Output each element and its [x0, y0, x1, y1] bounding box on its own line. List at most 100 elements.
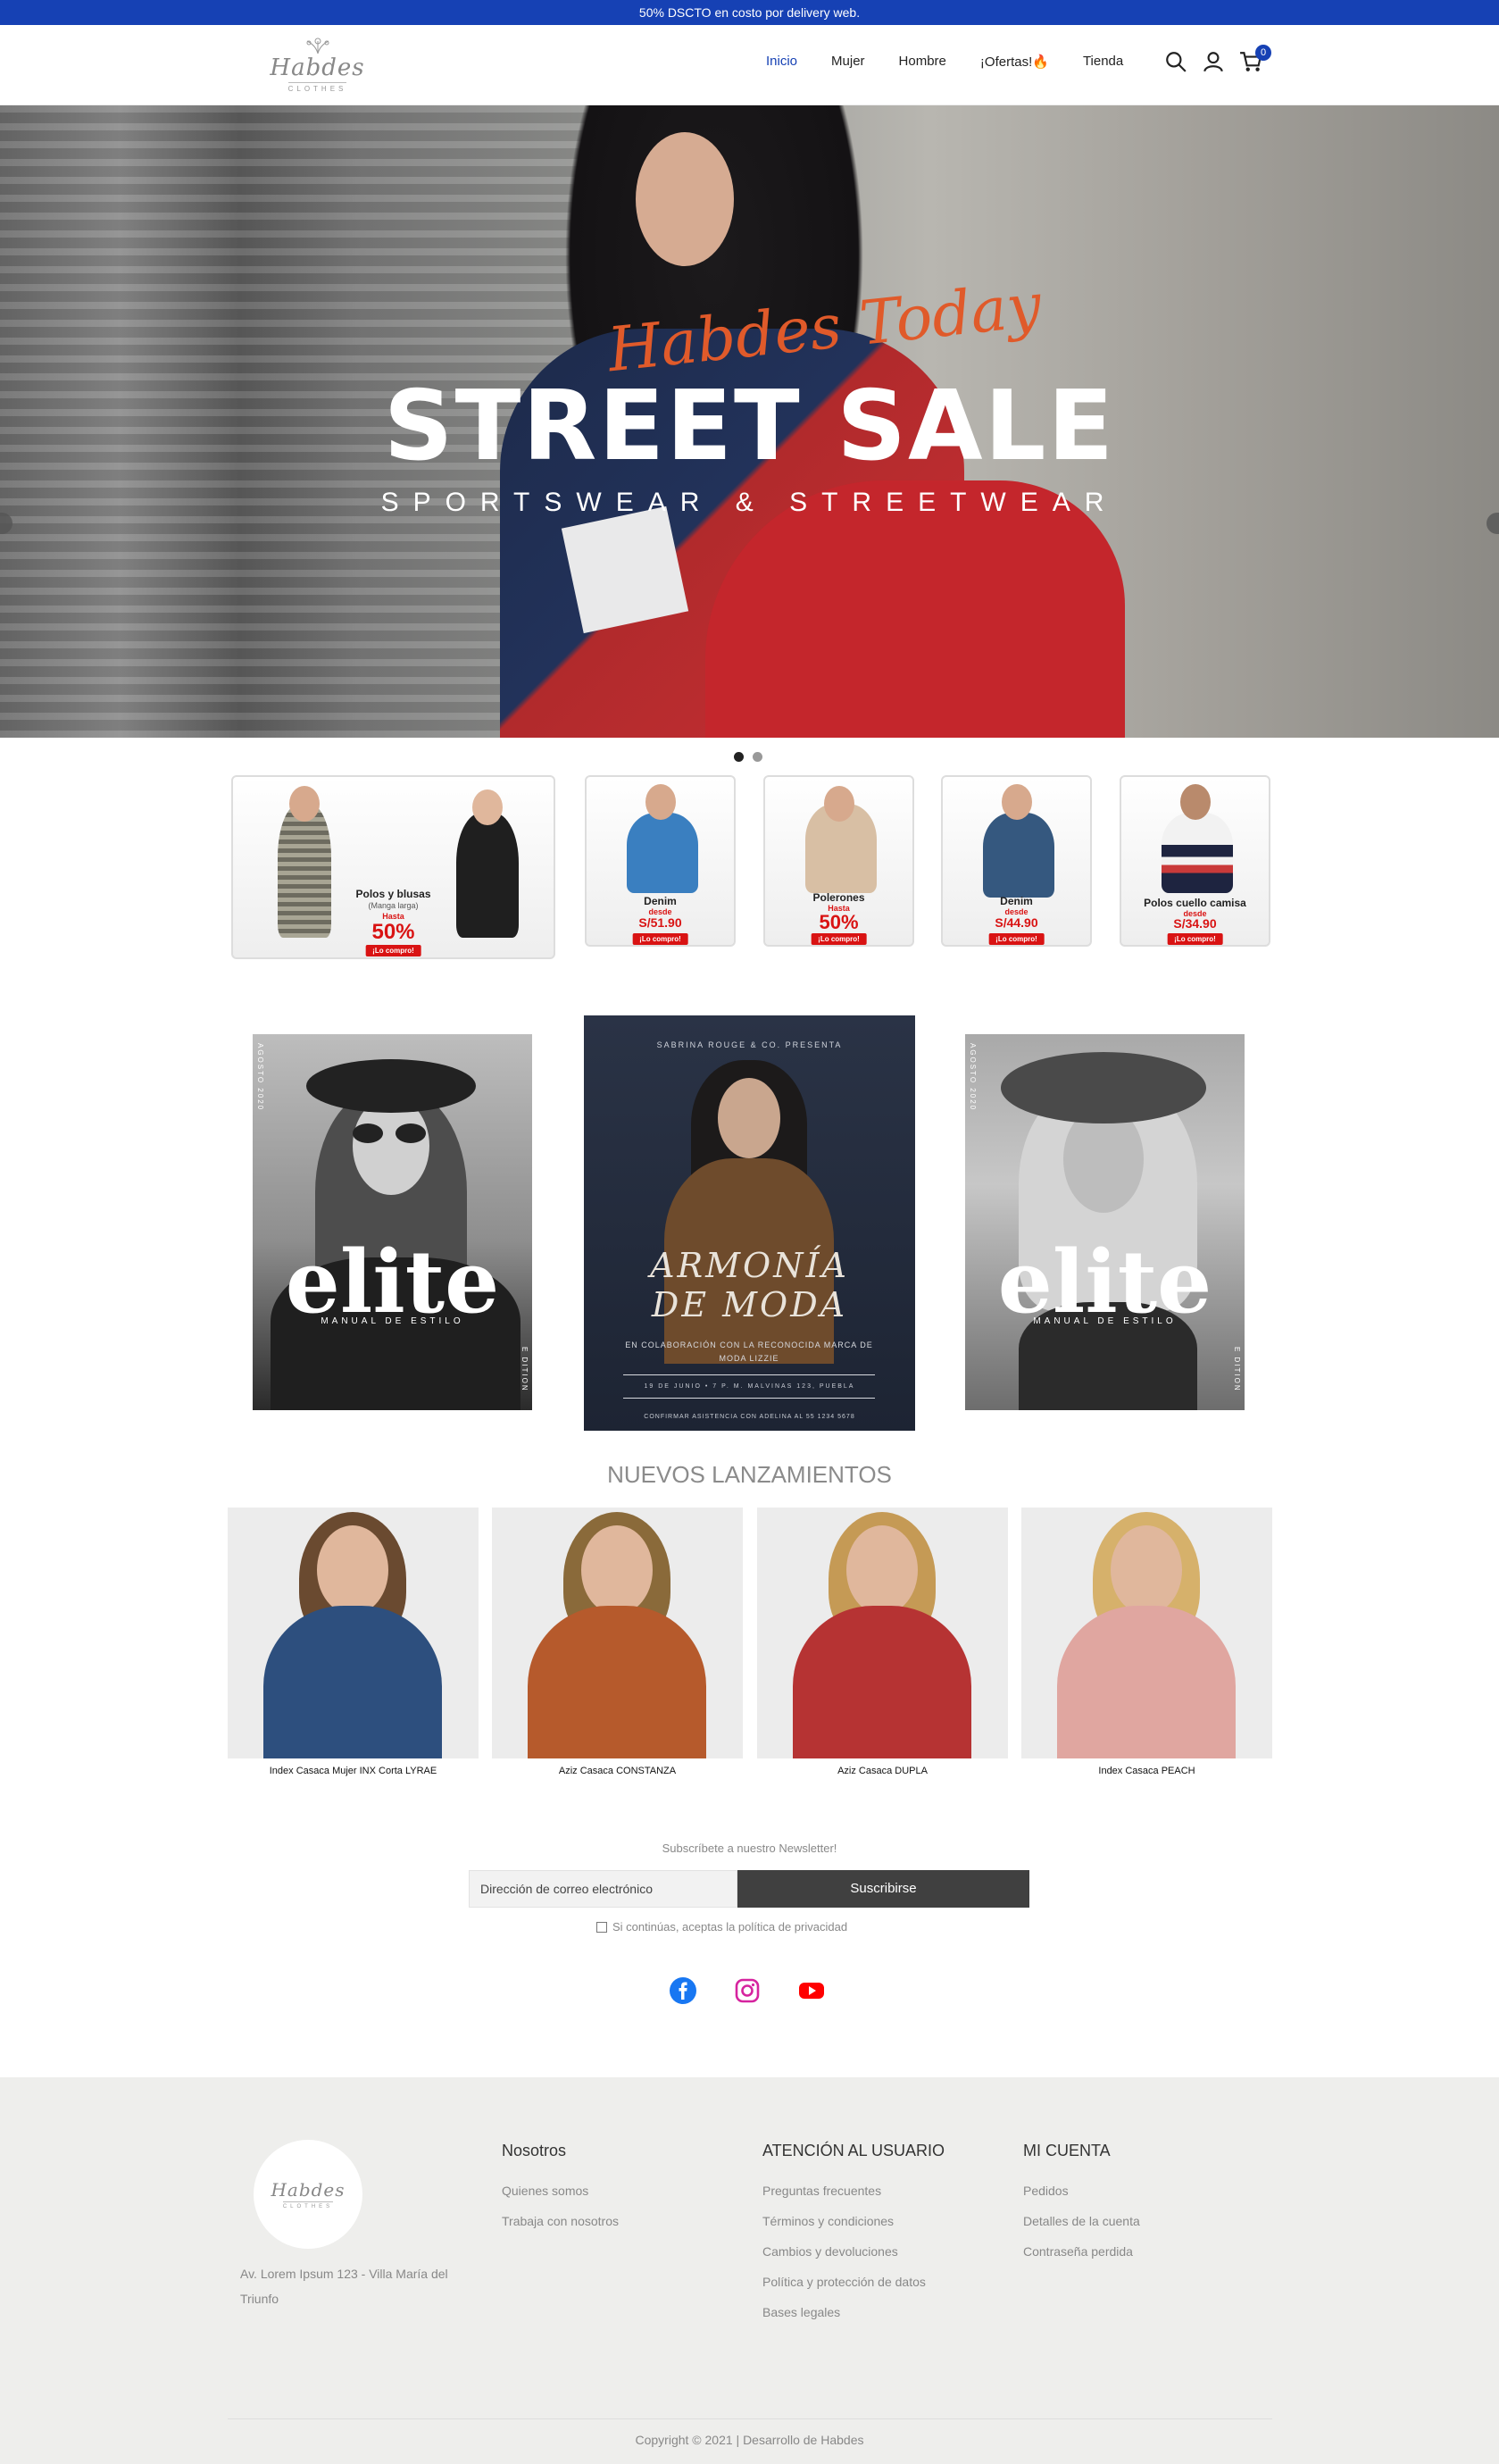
- privacy-label: Si continúas, aceptas la política de pri…: [612, 1920, 848, 1934]
- newsletter-email-input[interactable]: Dirección de correo electrónico: [469, 1870, 737, 1908]
- instagram-icon[interactable]: [733, 1976, 762, 2005]
- hero-model-face: [636, 132, 734, 266]
- footer-link[interactable]: Política y protección de datos: [762, 2275, 945, 2289]
- footer-logo-text: Habdes: [271, 2178, 346, 2201]
- product-card[interactable]: Aziz Casaca DUPLA: [757, 1508, 1008, 1776]
- footer-col-title: ATENCIÓN AL USUARIO: [762, 2142, 945, 2159]
- search-icon[interactable]: [1164, 50, 1189, 75]
- editorial-posters: AGOSTO 2020 elite MANUAL DE ESTILO E DIT…: [0, 1009, 1499, 1438]
- category-title: Denim: [1000, 895, 1033, 907]
- product-card[interactable]: Aziz Casaca CONSTANZA: [492, 1508, 743, 1776]
- category-title: Polerones: [812, 891, 865, 904]
- footer-link[interactable]: Trabaja con nosotros: [502, 2214, 619, 2228]
- promo-topbar: 50% DSCTO en costo por delivery web.: [0, 0, 1499, 25]
- product-name[interactable]: Aziz Casaca DUPLA: [757, 1766, 1008, 1776]
- newsletter-title: Subscríbete a nuestro Newsletter!: [662, 1842, 837, 1855]
- poster-side-top: AGOSTO 2020: [969, 1043, 977, 1112]
- category-title: Polos y blusas: [355, 888, 431, 900]
- flower-icon: [306, 38, 329, 54]
- poster-title-line1: ARMONÍA: [650, 1246, 849, 1285]
- cart-icon[interactable]: 0: [1239, 45, 1271, 75]
- product-name[interactable]: Index Casaca PEACH: [1021, 1766, 1272, 1776]
- footer-link[interactable]: Contraseña perdida: [1023, 2244, 1140, 2259]
- footer-link[interactable]: Quienes somos: [502, 2184, 619, 2198]
- category-price: 50%: [371, 920, 415, 944]
- footer-link[interactable]: Cambios y devoluciones: [762, 2244, 945, 2259]
- poster-small-text: MANUAL DE ESTILO: [1033, 1316, 1177, 1326]
- nav-ofertas[interactable]: ¡Ofertas!🔥: [980, 54, 1049, 70]
- footer-col-title: MI CUENTA: [1023, 2142, 1111, 2159]
- site-footer: Habdes CLOTHES Av. Lorem Ipsum 123 - Vil…: [0, 2077, 1499, 2464]
- footer-link[interactable]: Bases legales: [762, 2305, 945, 2319]
- nav-inicio[interactable]: Inicio: [766, 54, 797, 70]
- footer-logo[interactable]: Habdes CLOTHES: [254, 2140, 362, 2249]
- footer-logo-subtext: CLOTHES: [282, 2201, 334, 2209]
- logo-text: Habdes: [270, 54, 365, 81]
- footer-link[interactable]: Términos y condiciones: [762, 2214, 945, 2228]
- poster-divider: [623, 1398, 875, 1399]
- buy-button[interactable]: ¡Lo compro!: [811, 933, 867, 945]
- category-polos-blusas[interactable]: Polos y blusas (Manga larga) Hasta 50% ¡…: [231, 775, 555, 959]
- footer-col-mi-cuenta: MI CUENTA Pedidos Detalles de la cuenta …: [1023, 2142, 1140, 2275]
- category-note: (Manga larga): [368, 901, 419, 910]
- site-logo[interactable]: Habdes CLOTHES: [253, 32, 382, 98]
- youtube-icon[interactable]: [797, 1976, 826, 2005]
- category-banners: Polos y blusas (Manga larga) Hasta 50% ¡…: [0, 775, 1499, 963]
- main-nav: Inicio Mujer Hombre ¡Ofertas!🔥 Tienda: [766, 54, 1157, 70]
- product-image[interactable]: [757, 1508, 1008, 1758]
- poster-big-text: elite: [997, 1232, 1212, 1332]
- poster-rsvp: CONFIRMAR ASISTENCIA CON ADELINA AL 55 1…: [644, 1414, 855, 1420]
- buy-button[interactable]: ¡Lo compro!: [1167, 933, 1223, 945]
- cart-count-badge: 0: [1255, 45, 1271, 61]
- product-name[interactable]: Aziz Casaca CONSTANZA: [492, 1766, 743, 1776]
- footer-col-title: Nosotros: [502, 2142, 567, 2159]
- poster-title-line2: DE MODA: [651, 1285, 848, 1324]
- product-image[interactable]: [492, 1508, 743, 1758]
- footer-link[interactable]: Preguntas frecuentes: [762, 2184, 945, 2198]
- slider-dot-1[interactable]: [734, 752, 744, 762]
- poster-side-top: AGOSTO 2020: [256, 1043, 264, 1112]
- poster-armonia[interactable]: SABRINA ROUGE & CO. PRESENTA ARMONÍA DE …: [584, 1015, 915, 1431]
- poster-presenter: SABRINA ROUGE & CO. PRESENTA: [656, 1040, 843, 1049]
- poster-date: 19 DE JUNIO • 7 P. M. MALVINAS 123, PUEB…: [644, 1383, 855, 1390]
- category-price: S/34.90: [1173, 916, 1217, 931]
- category-denim-men[interactable]: Denim desde S/44.90 ¡Lo compro!: [941, 775, 1092, 947]
- category-polos-cuello[interactable]: Polos cuello camisa desde S/34.90 ¡Lo co…: [1120, 775, 1270, 947]
- footer-col-atencion: ATENCIÓN AL USUARIO Preguntas frecuentes…: [762, 2142, 945, 2335]
- slider-dot-2[interactable]: [753, 752, 762, 762]
- privacy-consent: Si continúas, aceptas la política de pri…: [596, 1920, 847, 1934]
- social-links: [669, 1976, 826, 2005]
- slider-next-arrow[interactable]: [1487, 513, 1499, 534]
- footer-col-nosotros: Nosotros Quienes somos Trabaja con nosot…: [502, 2142, 619, 2244]
- product-name[interactable]: Index Casaca Mujer INX Corta LYRAE: [228, 1766, 479, 1776]
- nav-hombre[interactable]: Hombre: [899, 54, 946, 70]
- hero-jacket-panel: [561, 505, 689, 634]
- poster-elite-left[interactable]: AGOSTO 2020 elite MANUAL DE ESTILO E DIT…: [253, 1034, 532, 1410]
- footer-link[interactable]: Pedidos: [1023, 2184, 1140, 2198]
- subscribe-button[interactable]: Suscribirse: [737, 1870, 1029, 1908]
- product-image[interactable]: [228, 1508, 479, 1758]
- category-denim-women[interactable]: Denim desde S/51.90 ¡Lo compro!: [585, 775, 736, 947]
- nav-mujer[interactable]: Mujer: [831, 54, 865, 70]
- product-image[interactable]: [1021, 1508, 1272, 1758]
- buy-button[interactable]: ¡Lo compro!: [632, 933, 688, 945]
- facebook-icon[interactable]: [669, 1976, 697, 2005]
- poster-title: ARMONÍA DE MODA: [584, 1246, 915, 1324]
- buy-button[interactable]: ¡Lo compro!: [988, 933, 1045, 945]
- category-price: 50%: [819, 911, 859, 933]
- poster-elite-right[interactable]: AGOSTO 2020 elite MANUAL DE ESTILO E DIT…: [965, 1034, 1245, 1410]
- hero-title: STREET SALE: [383, 371, 1116, 482]
- product-card[interactable]: Index Casaca PEACH: [1021, 1508, 1272, 1776]
- product-card[interactable]: Index Casaca Mujer INX Corta LYRAE: [228, 1508, 479, 1776]
- user-icon[interactable]: [1202, 50, 1227, 75]
- footer-divider: [228, 2418, 1272, 2419]
- privacy-checkbox[interactable]: [596, 1921, 607, 1933]
- nav-tienda[interactable]: Tienda: [1083, 54, 1123, 70]
- category-polerones[interactable]: Polerones Hasta 50% ¡Lo compro!: [763, 775, 914, 947]
- buy-button[interactable]: ¡Lo compro!: [365, 945, 421, 956]
- poster-side-bottom: E DITION: [520, 1347, 529, 1392]
- poster-side-bottom: E DITION: [1233, 1347, 1241, 1392]
- hero-subtitle: SPORTSWEAR & STREETWEAR: [380, 488, 1119, 517]
- hero-slider[interactable]: Habdes Today STREET SALE SPORTSWEAR & ST…: [0, 105, 1499, 738]
- footer-link[interactable]: Detalles de la cuenta: [1023, 2214, 1140, 2228]
